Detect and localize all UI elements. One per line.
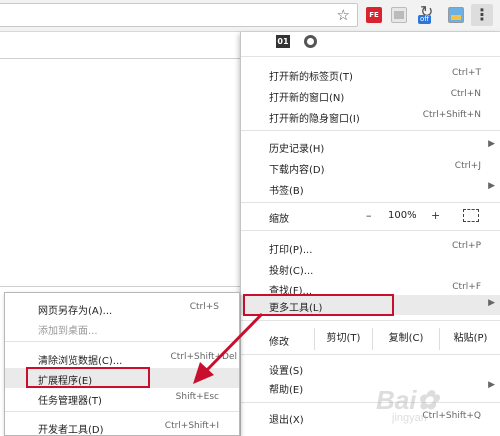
menu-item-label: 打开新的隐身窗口(I)	[269, 114, 360, 125]
menu-item-shortcut: Ctrl+J	[454, 161, 481, 171]
menu-item-history[interactable]: 历史记录(H) ▶	[241, 136, 500, 156]
bookmark-star-icon[interactable]: ☆	[337, 6, 350, 24]
submenu-item-label: 网页另存为(A)...	[38, 306, 113, 317]
submenu-item-task-manager[interactable]: 任务管理器(T) Shift+Esc	[5, 388, 239, 408]
paw-icon: ✿	[416, 385, 439, 415]
submenu-item-save-page[interactable]: 网页另存为(A)... Ctrl+S	[5, 298, 239, 318]
submenu-arrow-icon: ▶	[488, 380, 495, 390]
submenu-item-shortcut: Ctrl+S	[189, 302, 219, 312]
submenu-item-clear-data[interactable]: 清除浏览数据(C)... Ctrl+Shift+Del	[5, 348, 239, 368]
menu-separator	[241, 230, 500, 231]
submenu-item-devtools[interactable]: 开发者工具(D) Ctrl+Shift+I	[5, 417, 239, 436]
submenu-arrow-icon: ▶	[488, 298, 495, 308]
menu-item-new-tab[interactable]: 打开新的标签页(T) Ctrl+T	[241, 64, 500, 84]
menu-separator	[241, 320, 500, 321]
menu-item-label: 帮助(E)	[269, 385, 304, 396]
submenu-separator	[5, 411, 239, 412]
zoom-level: 100%	[388, 210, 417, 221]
menu-zoom-row: 缩放 – 100% +	[241, 206, 500, 226]
menu-separator	[241, 354, 500, 355]
submenu-arrow-icon: ▶	[488, 181, 495, 191]
zoom-out-button[interactable]: –	[366, 209, 372, 222]
submenu-item-shortcut: Ctrl+Shift+I	[164, 421, 219, 431]
image-extension-icon[interactable]	[448, 7, 464, 23]
more-tools-highlight-box	[243, 294, 394, 316]
baidu-watermark: Bai✿ jingyan	[376, 385, 438, 424]
menu-item-label: 退出(X)	[269, 415, 304, 426]
chrome-main-menu: 01 打开新的标签页(T) Ctrl+T 打开新的窗口(N) Ctrl+N 打开…	[240, 32, 500, 436]
menu-item-shortcut: Ctrl+P	[452, 241, 481, 251]
chrome-menu-button[interactable]: ⋮	[471, 4, 493, 26]
menu-item-label: 打印(P)...	[269, 245, 313, 256]
submenu-separator	[5, 341, 239, 342]
menu-item-exit[interactable]: 退出(X) Ctrl+Shift+Q	[241, 407, 500, 427]
copy-button[interactable]: 复制(C)	[372, 328, 440, 350]
menu-separator	[241, 56, 500, 57]
menu-item-shortcut: Ctrl+F	[452, 282, 481, 292]
pages-extension-icon[interactable]	[391, 7, 407, 23]
submenu-item-label: 任务管理器(T)	[38, 396, 102, 407]
menu-item-help[interactable]: 帮助(E) ▶	[241, 377, 500, 397]
menu-separator	[241, 402, 500, 403]
zoom-in-button[interactable]: +	[431, 209, 440, 222]
submenu-item-add-to-desktop: 添加到桌面...	[5, 318, 239, 338]
menu-item-print[interactable]: 打印(P)... Ctrl+P	[241, 237, 500, 257]
menu-item-shortcut: Ctrl+T	[451, 68, 481, 78]
menu-separator	[241, 130, 500, 131]
menu-item-bookmarks[interactable]: 书签(B) ▶	[241, 178, 500, 198]
fullscreen-icon[interactable]	[463, 209, 479, 222]
menu-extension-icons-row: 01	[241, 32, 500, 52]
off-extension-icon[interactable]: ↻ off	[418, 2, 442, 24]
menu-item-settings[interactable]: 设置(S)	[241, 358, 500, 378]
submenu-item-label: 开发者工具(D)	[38, 425, 104, 436]
menu-item-incognito[interactable]: 打开新的隐身窗口(I) Ctrl+Shift+N	[241, 106, 500, 126]
menu-item-shortcut: Ctrl+Shift+N	[422, 110, 481, 120]
submenu-item-label: 清除浏览数据(C)...	[38, 356, 123, 367]
menu-item-label: 投射(C)...	[269, 266, 314, 277]
watermark-brand: Bai	[376, 385, 417, 415]
address-bar[interactable]: ☆	[0, 3, 358, 27]
zoom-label: 缩放	[269, 214, 289, 225]
cut-button[interactable]: 剪切(T)	[314, 328, 373, 350]
menu-item-label: 设置(S)	[269, 366, 304, 377]
tile-extension-icon[interactable]: 01	[276, 35, 290, 48]
menu-item-new-window[interactable]: 打开新的窗口(N) Ctrl+N	[241, 85, 500, 105]
menu-item-label: 打开新的窗口(N)	[269, 93, 345, 104]
submenu-item-shortcut: Ctrl+Shift+Del	[170, 352, 237, 362]
page-divider	[0, 58, 240, 59]
paste-button[interactable]: 粘贴(P)	[439, 328, 500, 350]
menu-item-label: 书签(B)	[269, 186, 304, 197]
fe-extension-icon[interactable]: FE	[366, 7, 382, 23]
submenu-arrow-icon: ▶	[488, 139, 495, 149]
more-tools-submenu: 网页另存为(A)... Ctrl+S 添加到桌面... 清除浏览数据(C)...…	[4, 292, 240, 436]
menu-item-downloads[interactable]: 下载内容(D) Ctrl+J	[241, 157, 500, 177]
menu-separator	[241, 202, 500, 203]
submenu-item-label: 添加到桌面...	[38, 326, 98, 337]
extensions-highlight-box	[26, 367, 150, 388]
circle-extension-icon[interactable]	[304, 35, 317, 48]
menu-item-label: 打开新的标签页(T)	[269, 72, 353, 83]
submenu-item-shortcut: Shift+Esc	[175, 392, 219, 402]
menu-item-label: 历史记录(H)	[269, 144, 325, 155]
browser-toolbar: ☆ FE ↻ off ⋮	[0, 0, 500, 32]
menu-item-shortcut: Ctrl+N	[450, 89, 481, 99]
page-divider	[0, 286, 240, 287]
edit-label: 修改	[269, 337, 289, 348]
menu-edit-row: 修改 剪切(T) 复制(C) 粘贴(P)	[241, 324, 500, 352]
menu-item-cast[interactable]: 投射(C)...	[241, 258, 500, 278]
off-badge: off	[418, 15, 432, 24]
menu-item-label: 下载内容(D)	[269, 165, 325, 176]
